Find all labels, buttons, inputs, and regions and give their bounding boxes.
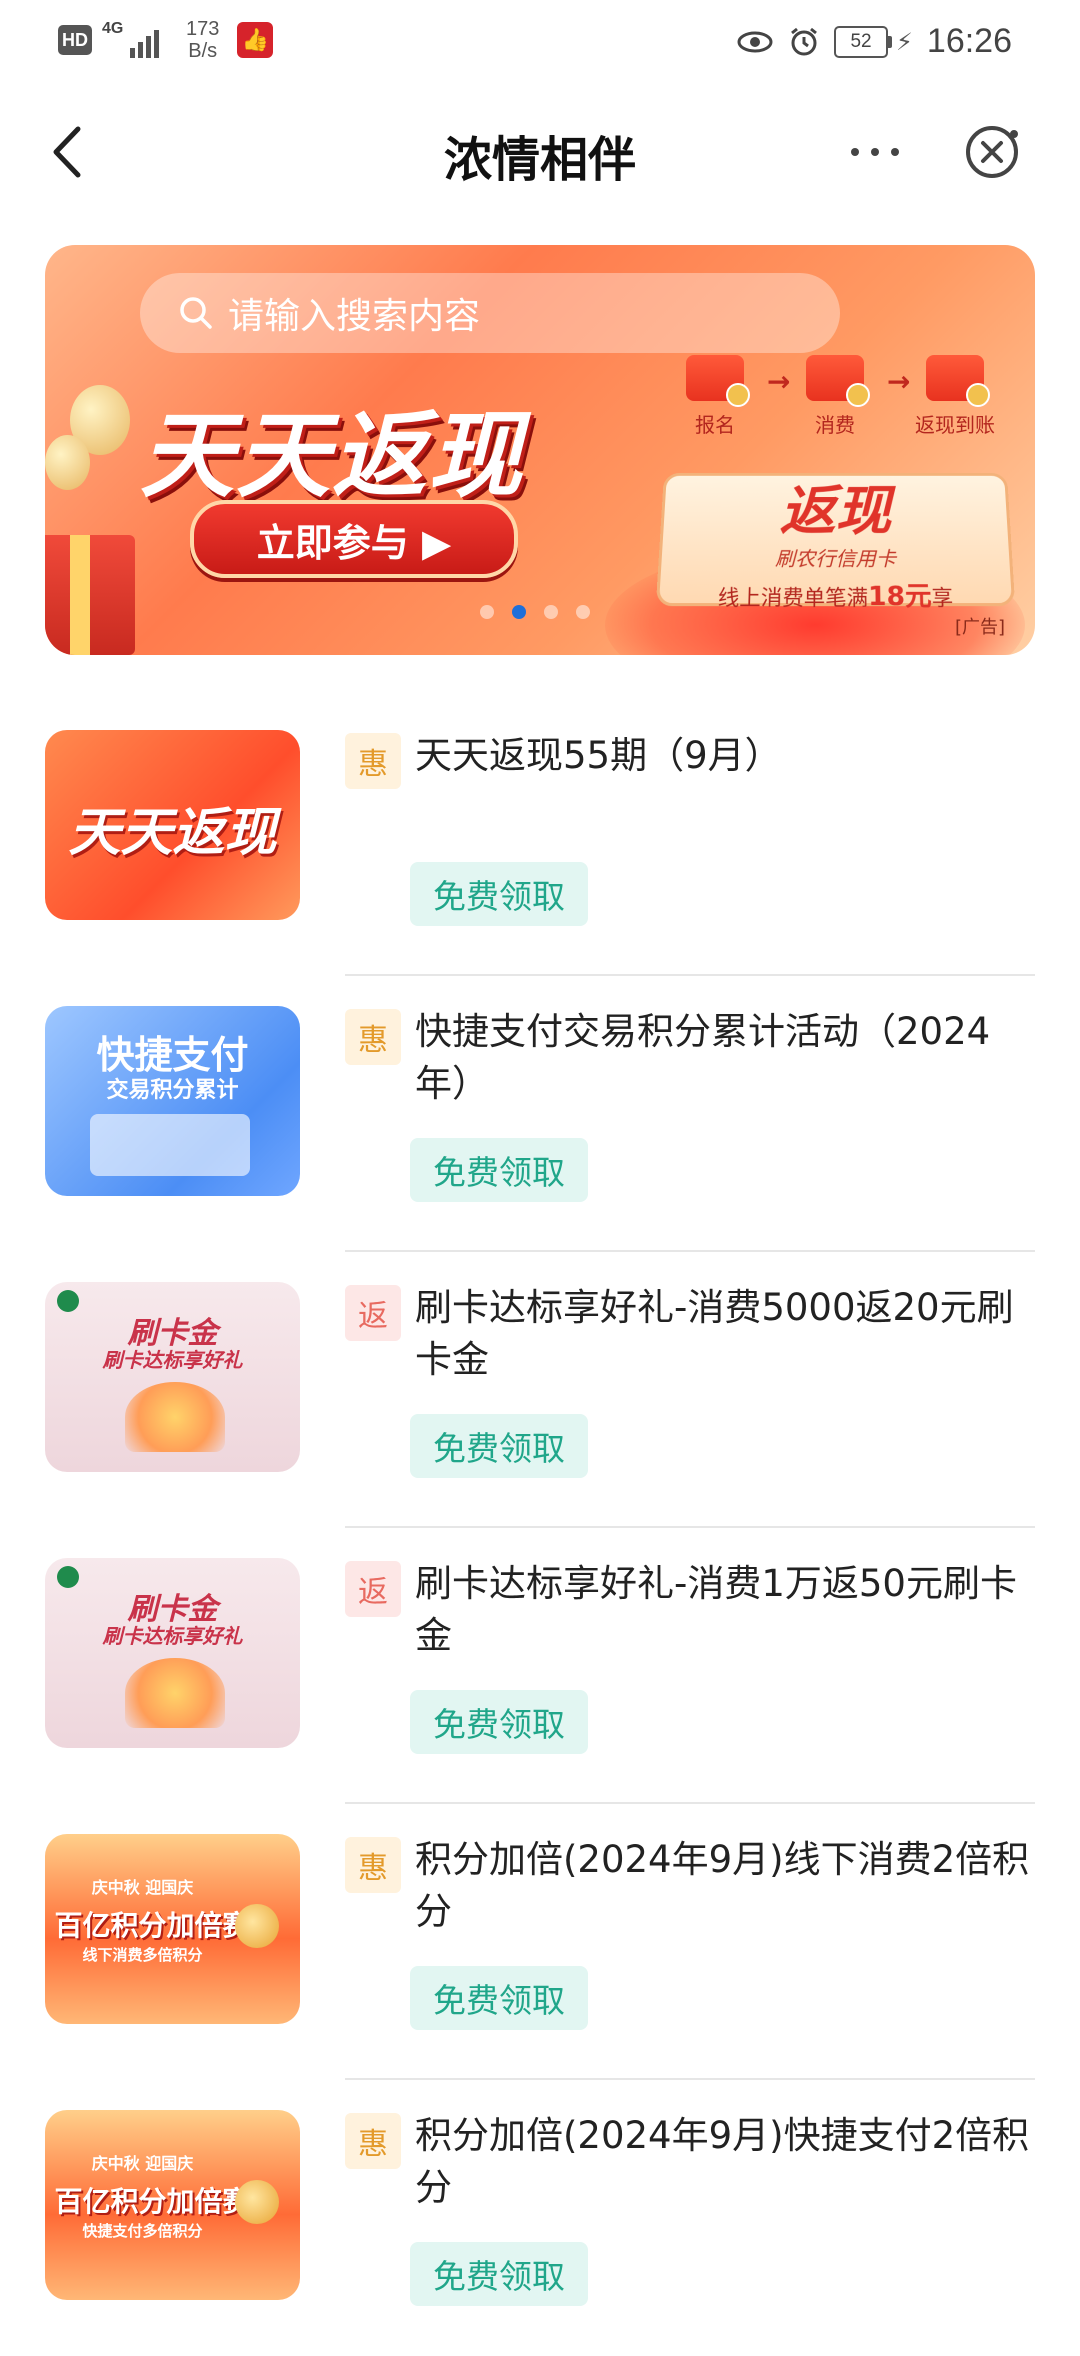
gift-burst-illustration <box>125 1658 225 1728</box>
thumbnail-text: 天天返现 <box>68 803 277 863</box>
offer-thumbnail: 庆中秋 迎国庆 百亿积分加倍赛 线下消费多倍积分 <box>45 1834 300 2024</box>
signup-icon <box>686 355 750 407</box>
notification-app-icon: 👍 <box>237 22 274 58</box>
thumbnail-subtext: 刷卡达标享好礼 <box>102 1624 243 1648</box>
dot-icon <box>851 148 859 156</box>
more-options-button[interactable] <box>845 132 915 172</box>
offer-thumbnail: 天天返现 <box>45 730 300 920</box>
list-item[interactable]: 刷卡金 刷卡达标享好礼 返 刷卡达标享好礼-消费1万返50元刷卡金 免费领取 <box>0 1528 1080 1804</box>
gift-box-decoration <box>45 535 135 655</box>
list-item[interactable]: 天天返现 惠 天天返现55期（9月） 免费领取 <box>0 700 1080 976</box>
cashback-steps: 报名 → 消费 → 返现到账 <box>655 355 1015 455</box>
banner-headline: 天天返现 <box>140 402 525 511</box>
yuan-icon <box>926 355 990 407</box>
claim-button[interactable]: 免费领取 <box>410 1414 588 1478</box>
discount-tag: 惠 <box>345 733 401 789</box>
claim-button[interactable]: 免费领取 <box>410 2242 588 2306</box>
navigation-header: 浓情相伴 <box>0 92 1080 212</box>
offer-thumbnail: 刷卡金 刷卡达标享好礼 <box>45 1558 300 1748</box>
eye-comfort-icon <box>737 31 773 52</box>
battery-icon: 52 <box>834 25 893 58</box>
alarm-icon <box>791 27 817 55</box>
dot-icon <box>871 148 879 156</box>
coin-illustration <box>235 2180 279 2224</box>
step-label: 消费 <box>815 413 855 437</box>
balloon-decoration <box>45 435 90 490</box>
carousel-dot <box>576 605 590 619</box>
list-item[interactable]: 庆中秋 迎国庆 百亿积分加倍赛 线下消费多倍积分 惠 积分加倍(2024年9月)… <box>0 1804 1080 2080</box>
thumbnail-subtext: 交易积分累计 <box>106 1078 239 1103</box>
step-label: 报名 <box>695 413 735 437</box>
list-item[interactable]: 庆中秋 迎国庆 百亿积分加倍赛 快捷支付多倍积分 惠 积分加倍(2024年9月)… <box>0 2080 1080 2356</box>
claim-button[interactable]: 免费领取 <box>410 1138 588 1202</box>
card-icon <box>806 355 870 407</box>
signal-icon: 4G <box>102 18 172 62</box>
cashback-tag: 返 <box>345 1561 401 1617</box>
promo-banner[interactable]: 请输入搜索内容 天天返现 立即参与 ▶ 报名 → 消费 → 返现到账 返现 刷农… <box>45 245 1035 655</box>
step-signup: 报名 <box>655 355 775 438</box>
plaque-condition: 线上消费单笔满18元享 <box>658 576 1012 614</box>
status-right: 52 ⚡ 16:26 <box>736 22 1012 61</box>
cashback-tag: 返 <box>345 1285 401 1341</box>
close-miniapp-icon[interactable] <box>962 122 1022 182</box>
plaque-condition-suffix: 享 <box>931 585 954 611</box>
gift-burst-illustration <box>125 1382 225 1452</box>
cashback-plaque: 返现 刷农行信用卡 线上消费单笔满18元享 <box>655 473 1016 612</box>
battery-level: 52 <box>850 30 872 52</box>
coin-illustration <box>235 1904 279 1948</box>
speed-unit: B/s <box>188 40 218 62</box>
list-item[interactable]: 快捷支付 交易积分累计 惠 快捷支付交易积分累计活动（2024年） 免费领取 <box>0 976 1080 1252</box>
network-type: 4G <box>102 20 124 37</box>
carousel-indicator <box>480 605 590 619</box>
thumbnail-subtext: 刷卡达标享好礼 <box>102 1348 243 1372</box>
carousel-dot-active <box>512 605 526 619</box>
claim-button[interactable]: 免费领取 <box>410 862 588 926</box>
list-item[interactable]: 刷卡金 刷卡达标享好礼 返 刷卡达标享好礼-消费5000返20元刷卡金 免费领取 <box>0 1252 1080 1528</box>
join-now-button[interactable]: 立即参与 ▶ <box>190 500 518 578</box>
hd-badge: HD <box>58 25 92 55</box>
thumbnail-toptext: 庆中秋 迎国庆 <box>91 2154 194 2173</box>
page-title: 浓情相伴 <box>443 132 636 188</box>
claim-button[interactable]: 免费领取 <box>410 1690 588 1754</box>
thumbnail-text: 快捷支付 <box>96 1033 249 1077</box>
step-spend: 消费 <box>775 355 895 438</box>
carousel-dot <box>480 605 494 619</box>
offer-title: 刷卡达标享好礼-消费5000返20元刷卡金 <box>415 1286 1014 1381</box>
offer-title: 刷卡达标享好礼-消费1万返50元刷卡金 <box>415 1562 1017 1657</box>
discount-tag: 惠 <box>345 2113 401 2169</box>
network-speed: 173 B/s <box>186 18 219 62</box>
plaque-subtitle: 刷农行信用卡 <box>774 546 897 571</box>
thumbnail-toptext: 庆中秋 迎国庆 <box>91 1878 194 1897</box>
speed-value: 173 <box>186 18 220 40</box>
step-label: 返现到账 <box>915 413 995 437</box>
offer-title: 积分加倍(2024年9月)快捷支付2倍积分 <box>415 2114 1030 2209</box>
phone-illustration <box>90 1114 250 1176</box>
carousel-dot <box>544 605 558 619</box>
status-left: HD 4G 173 B/s 👍 <box>58 18 274 62</box>
clock: 16:26 <box>926 22 1012 60</box>
search-icon <box>180 297 212 329</box>
offer-title: 快捷支付交易积分累计活动（2024年） <box>415 1010 991 1105</box>
plaque-condition-prefix: 线上消费单笔满 <box>717 585 869 611</box>
status-bar: HD 4G 173 B/s 👍 52 ⚡ 16:26 <box>0 0 1080 92</box>
offer-thumbnail: 刷卡金 刷卡达标享好礼 <box>45 1282 300 1472</box>
charging-icon: ⚡ <box>896 27 913 56</box>
offer-thumbnail: 庆中秋 迎国庆 百亿积分加倍赛 快捷支付多倍积分 <box>45 2110 300 2300</box>
ad-label: [广告] <box>954 617 1005 638</box>
offer-title: 积分加倍(2024年9月)线下消费2倍积分 <box>415 1838 1030 1933</box>
plaque-title: 返现 <box>779 480 892 543</box>
claim-button[interactable]: 免费领取 <box>410 1966 588 2030</box>
search-placeholder: 请输入搜索内容 <box>228 296 481 337</box>
offer-list: 天天返现 惠 天天返现55期（9月） 免费领取 快捷支付 交易积分累计 惠 快捷… <box>0 700 1080 2356</box>
dot-icon <box>891 148 899 156</box>
search-input[interactable]: 请输入搜索内容 <box>140 273 840 353</box>
step-cashback: 返现到账 <box>895 355 1015 438</box>
offer-thumbnail: 快捷支付 交易积分累计 <box>45 1006 300 1196</box>
discount-tag: 惠 <box>345 1009 401 1065</box>
offer-title: 天天返现55期（9月） <box>415 734 782 777</box>
discount-tag: 惠 <box>345 1837 401 1893</box>
plaque-condition-amount: 18元 <box>867 581 933 613</box>
